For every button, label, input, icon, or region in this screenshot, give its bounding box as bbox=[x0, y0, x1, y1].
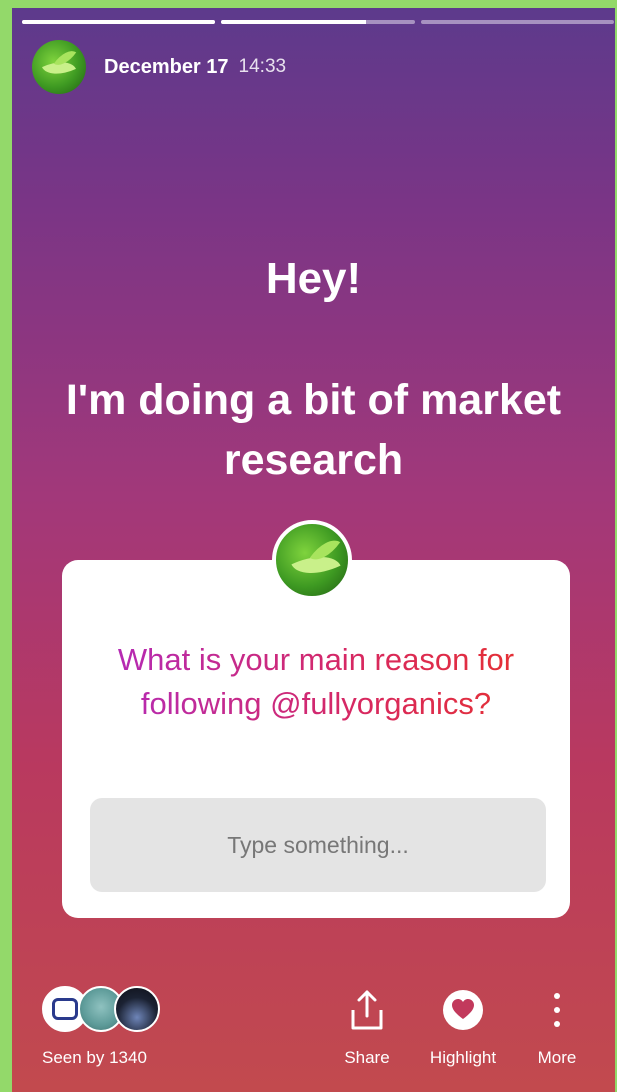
highlight-label: Highlight bbox=[429, 1048, 497, 1067]
share-icon bbox=[322, 988, 412, 1032]
more-label: More bbox=[537, 1048, 577, 1067]
progress-fill bbox=[22, 20, 216, 24]
story-progress bbox=[22, 20, 614, 24]
viewer-avatars[interactable] bbox=[42, 986, 172, 1036]
progress-segment bbox=[22, 20, 216, 24]
progress-fill bbox=[221, 20, 367, 24]
story-viewer: December 17 14:33 Hey! I'm doing a bit o… bbox=[12, 8, 615, 1092]
share-button[interactable]: Share bbox=[322, 988, 412, 1068]
story-header: December 17 14:33 bbox=[32, 40, 286, 94]
progress-segment bbox=[420, 20, 614, 24]
question-text: What is your main reason for following @… bbox=[82, 638, 550, 726]
share-label: Share bbox=[344, 1048, 390, 1067]
seen-by-count[interactable]: Seen by 1340 bbox=[42, 1048, 147, 1068]
story-greeting: Hey! bbox=[265, 254, 362, 303]
answer-input[interactable] bbox=[90, 798, 546, 892]
viewer-avatar[interactable] bbox=[114, 986, 160, 1032]
more-button[interactable]: More bbox=[512, 988, 602, 1068]
heart-icon bbox=[418, 988, 508, 1032]
story-date: December 17 bbox=[104, 55, 229, 78]
story-subtitle: I'm doing a bit of market research bbox=[65, 376, 562, 484]
question-sticker[interactable]: What is your main reason for following @… bbox=[62, 560, 570, 918]
progress-segment bbox=[221, 20, 415, 24]
sticker-avatar bbox=[272, 520, 352, 600]
story-time: 14:33 bbox=[238, 56, 287, 77]
highlight-button[interactable]: Highlight bbox=[418, 988, 508, 1068]
more-icon bbox=[512, 988, 602, 1032]
profile-avatar[interactable] bbox=[32, 40, 86, 94]
